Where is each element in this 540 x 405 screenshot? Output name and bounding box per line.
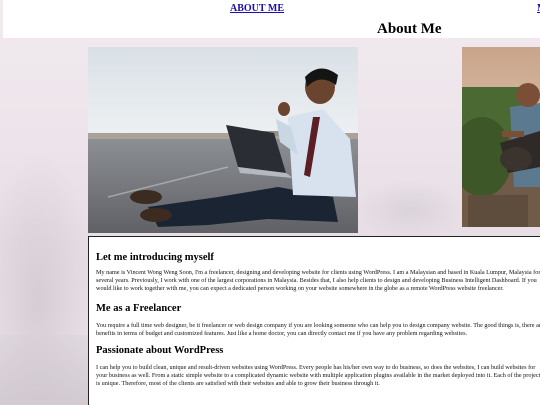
background-ground [0, 335, 95, 405]
section-heading-intro: Let me introducing myself [96, 252, 214, 263]
section-heading-freelancer: Me as a Freelancer [96, 303, 182, 314]
section-text-freelancer: You require a full time web designer, be… [96, 322, 540, 337]
man-with-guitar-photo [462, 47, 540, 227]
section-text-intro: My name is Vincent Wong Weng Soon, I'm a… [96, 269, 540, 292]
about-content: Let me introducing myself My name is Vin… [88, 236, 540, 405]
section-text-wordpress: I can help you to build clean, unique an… [96, 364, 540, 387]
section-heading-wordpress: Passionate about WordPress [96, 345, 224, 356]
background-mist [355, 180, 465, 240]
nav-link-about-me[interactable]: ABOUT ME [230, 3, 284, 14]
page-title: About Me [377, 21, 442, 37]
man-with-laptop-photo [88, 47, 358, 233]
top-navbar: ABOUT ME M About Me [3, 0, 540, 38]
